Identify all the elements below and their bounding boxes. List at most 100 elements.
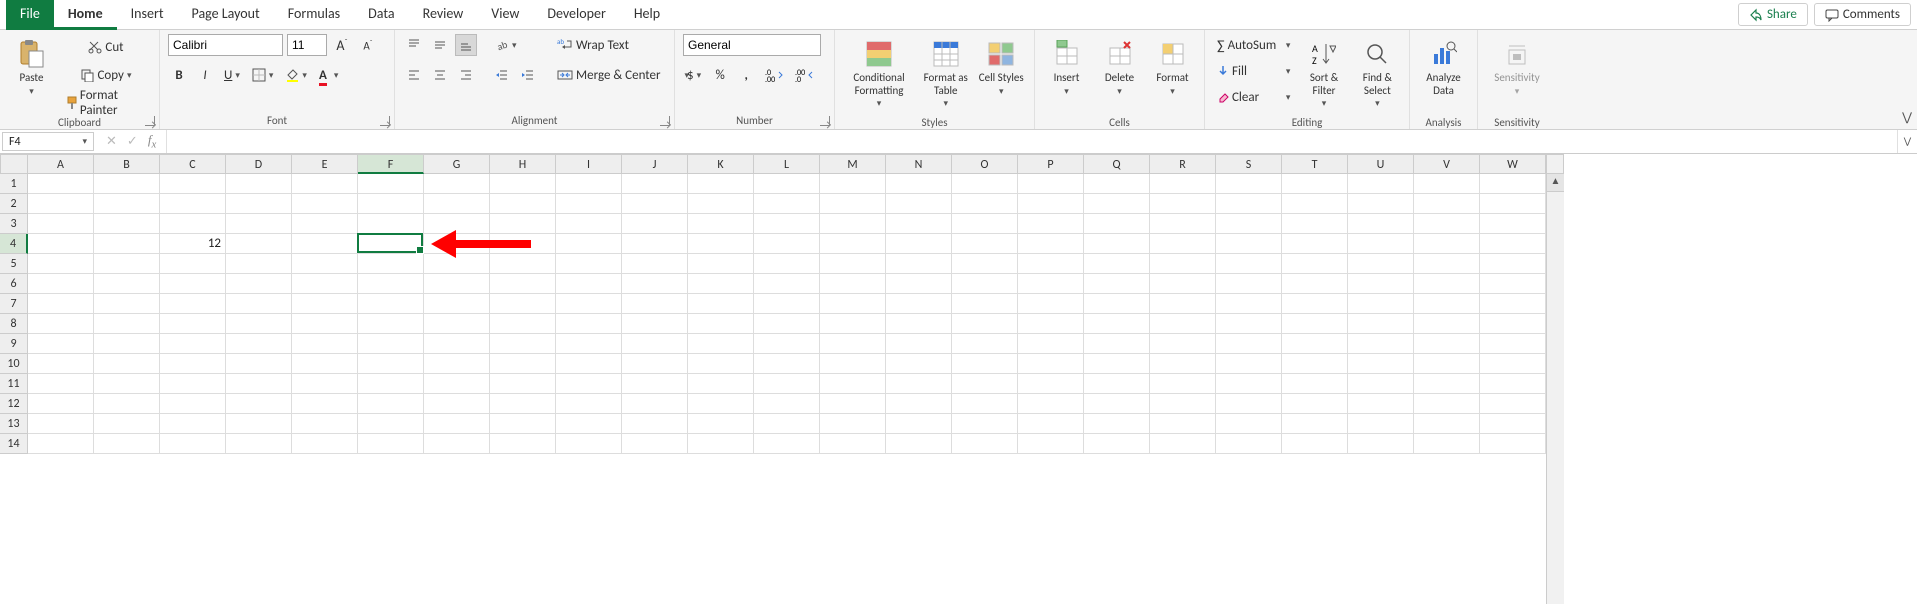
cell-I3[interactable] [556,214,622,234]
cell-V12[interactable] [1414,394,1480,414]
cell-U1[interactable] [1348,174,1414,194]
cell-V4[interactable] [1414,234,1480,254]
align-center-button[interactable] [429,64,451,86]
column-header-L[interactable]: L [754,154,820,174]
cell-M8[interactable] [820,314,886,334]
cell-C11[interactable] [160,374,226,394]
cell-F4[interactable] [358,234,424,254]
cell-R14[interactable] [1150,434,1216,454]
cell-F12[interactable] [358,394,424,414]
autosum-button[interactable]: ∑AutoSum▾ [1213,34,1294,56]
cell-D9[interactable] [226,334,292,354]
cell-T4[interactable] [1282,234,1348,254]
cell-O1[interactable] [952,174,1018,194]
cell-F13[interactable] [358,414,424,434]
cell-Q3[interactable] [1084,214,1150,234]
cell-D13[interactable] [226,414,292,434]
expand-formula-bar-button[interactable]: ⋁ [1904,136,1911,147]
cell-K1[interactable] [688,174,754,194]
row-header-13[interactable]: 13 [0,414,28,434]
cell-O7[interactable] [952,294,1018,314]
cell-K13[interactable] [688,414,754,434]
cell-W10[interactable] [1480,354,1546,374]
cell-K4[interactable] [688,234,754,254]
cell-B3[interactable] [94,214,160,234]
cell-H10[interactable] [490,354,556,374]
cell-P6[interactable] [1018,274,1084,294]
cell-M2[interactable] [820,194,886,214]
fill-button[interactable]: Fill▾ [1213,60,1294,82]
column-header-R[interactable]: R [1150,154,1216,174]
cell-A13[interactable] [28,414,94,434]
cell-H7[interactable] [490,294,556,314]
cell-W11[interactable] [1480,374,1546,394]
dialog-launcher-alignment[interactable] [660,116,670,126]
cell-F7[interactable] [358,294,424,314]
cell-S9[interactable] [1216,334,1282,354]
confirm-formula-button[interactable]: ✓ [123,134,142,149]
cell-Q14[interactable] [1084,434,1150,454]
cell-S3[interactable] [1216,214,1282,234]
cell-P11[interactable] [1018,374,1084,394]
cell-B8[interactable] [94,314,160,334]
cell-E14[interactable] [292,434,358,454]
cell-B14[interactable] [94,434,160,454]
cell-E5[interactable] [292,254,358,274]
row-header-9[interactable]: 9 [0,334,28,354]
row-header-12[interactable]: 12 [0,394,28,414]
tab-page-layout[interactable]: Page Layout [178,0,274,30]
cell-Q5[interactable] [1084,254,1150,274]
conditional-formatting-button[interactable]: Conditional Formatting▾ [843,34,915,114]
cell-K11[interactable] [688,374,754,394]
cell-J6[interactable] [622,274,688,294]
tab-view[interactable]: View [477,0,533,30]
cell-G1[interactable] [424,174,490,194]
font-name-select[interactable] [168,34,283,56]
row-header-5[interactable]: 5 [0,254,28,274]
column-header-O[interactable]: O [952,154,1018,174]
cell-D4[interactable] [226,234,292,254]
increase-decimal-button[interactable]: .0.00 [761,64,787,86]
cell-G6[interactable] [424,274,490,294]
cell-W2[interactable] [1480,194,1546,214]
column-header-B[interactable]: B [94,154,160,174]
cell-E10[interactable] [292,354,358,374]
cell-G14[interactable] [424,434,490,454]
cell-K12[interactable] [688,394,754,414]
cell-S12[interactable] [1216,394,1282,414]
cell-R8[interactable] [1150,314,1216,334]
cell-P13[interactable] [1018,414,1084,434]
format-painter-button[interactable]: Format Painter [61,92,151,114]
cell-J3[interactable] [622,214,688,234]
cell-I8[interactable] [556,314,622,334]
cell-F10[interactable] [358,354,424,374]
cell-J8[interactable] [622,314,688,334]
cell-A7[interactable] [28,294,94,314]
cell-S2[interactable] [1216,194,1282,214]
cell-O11[interactable] [952,374,1018,394]
row-header-6[interactable]: 6 [0,274,28,294]
cell-O2[interactable] [952,194,1018,214]
cell-N10[interactable] [886,354,952,374]
cell-I11[interactable] [556,374,622,394]
cell-E9[interactable] [292,334,358,354]
cell-E6[interactable] [292,274,358,294]
cell-T11[interactable] [1282,374,1348,394]
cell-F9[interactable] [358,334,424,354]
cell-K5[interactable] [688,254,754,274]
column-header-I[interactable]: I [556,154,622,174]
cell-F5[interactable] [358,254,424,274]
cell-U14[interactable] [1348,434,1414,454]
column-header-F[interactable]: F [358,154,424,174]
cell-W8[interactable] [1480,314,1546,334]
row-header-2[interactable]: 2 [0,194,28,214]
cell-D3[interactable] [226,214,292,234]
cell-J13[interactable] [622,414,688,434]
cell-J12[interactable] [622,394,688,414]
cell-I12[interactable] [556,394,622,414]
cell-C10[interactable] [160,354,226,374]
cell-G10[interactable] [424,354,490,374]
column-header-M[interactable]: M [820,154,886,174]
row-header-7[interactable]: 7 [0,294,28,314]
wrap-text-button[interactable]: ab Wrap Text [553,34,673,56]
